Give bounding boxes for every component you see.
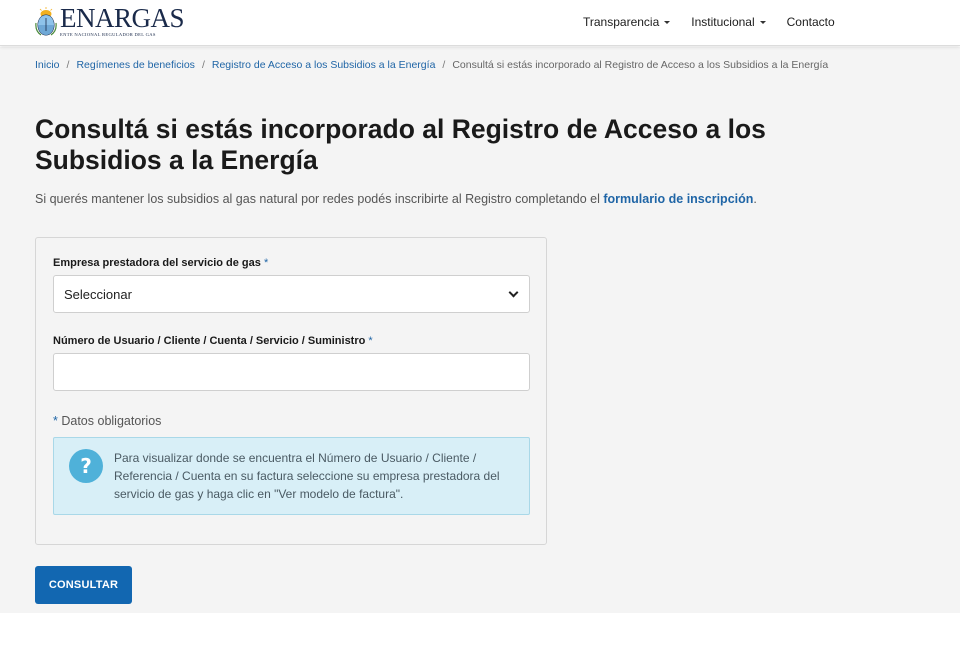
mandatory-note-text: Datos obligatorios xyxy=(61,414,162,428)
logo-wordmark: ENARGAS xyxy=(60,3,185,33)
mandatory-note: * Datos obligatorios xyxy=(53,414,161,428)
required-marker: * xyxy=(368,335,373,347)
argentina-coat-of-arms-icon xyxy=(35,7,57,36)
breadcrumb-separator: / xyxy=(442,59,446,71)
user-number-label-text: Número de Usuario / Cliente / Cuenta / S… xyxy=(53,335,366,347)
company-select-value: Seleccionar xyxy=(64,286,132,302)
nav-item-label: Institucional xyxy=(691,15,755,29)
caret-down-icon xyxy=(759,21,766,24)
question-circle-icon: ? xyxy=(69,449,103,483)
breadcrumb: Inicio / Regímenes de beneficios / Regis… xyxy=(35,59,828,71)
company-label: Empresa prestadora del servicio de gas * xyxy=(53,257,268,269)
site-header: ENARGAS ENTE NACIONAL REGULADOR DEL GAS … xyxy=(0,0,960,46)
required-marker: * xyxy=(53,414,58,428)
user-number-input[interactable] xyxy=(53,353,530,391)
chevron-down-icon xyxy=(508,287,519,297)
logo-subtitle: ENTE NACIONAL REGULADOR DEL GAS xyxy=(60,32,156,37)
page-title: Consultá si estás incorporado al Registr… xyxy=(35,114,766,175)
company-label-text: Empresa prestadora del servicio de gas xyxy=(53,257,261,269)
breadcrumb-link-regimenes[interactable]: Regímenes de beneficios xyxy=(76,59,195,71)
enargas-logo[interactable]: ENARGAS ENTE NACIONAL REGULADOR DEL GAS xyxy=(35,3,185,39)
main-nav: Transparencia Institucional Contacto xyxy=(583,15,835,29)
nav-item-contacto[interactable]: Contacto xyxy=(787,15,835,29)
consultar-button[interactable]: CONSULTAR xyxy=(35,566,132,604)
lead-end: . xyxy=(753,192,757,206)
lead-text: Si querés mantener los subsidios al gas … xyxy=(35,192,604,206)
breadcrumb-link-inicio[interactable]: Inicio xyxy=(35,59,60,71)
nav-item-institucional[interactable]: Institucional xyxy=(691,15,766,29)
breadcrumb-separator: / xyxy=(66,59,70,71)
info-alert: ? Para visualizar donde se encuentra el … xyxy=(53,437,530,515)
required-marker: * xyxy=(263,257,269,269)
caret-down-icon xyxy=(664,21,671,24)
nav-item-label: Contacto xyxy=(786,15,835,29)
breadcrumb-link-registro[interactable]: Registro de Acceso a los Subsidios a la … xyxy=(212,59,436,71)
breadcrumb-current: Consultá si estás incorporado al Registr… xyxy=(452,59,829,71)
user-number-label: Número de Usuario / Cliente / Cuenta / S… xyxy=(53,335,373,347)
info-text: Para visualizar donde se encuentra el Nú… xyxy=(114,451,500,501)
lead-paragraph: Si querés mantener los subsidios al gas … xyxy=(35,192,757,206)
nav-item-transparencia[interactable]: Transparencia xyxy=(583,15,671,29)
registration-form-link[interactable]: formulario de inscripción xyxy=(603,192,753,206)
query-form: Empresa prestadora del servicio de gas *… xyxy=(35,237,547,545)
company-select[interactable]: Seleccionar xyxy=(53,275,530,313)
nav-item-label: Transparencia xyxy=(583,15,660,29)
breadcrumb-separator: / xyxy=(201,59,205,71)
